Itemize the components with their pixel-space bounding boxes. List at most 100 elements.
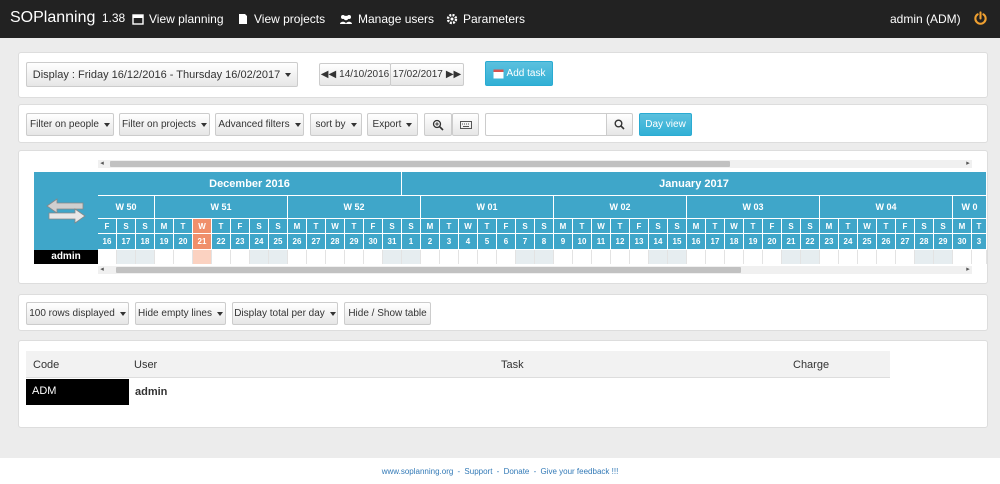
planning-day-slot[interactable] <box>288 250 307 264</box>
day-of-week-cell: W <box>459 219 478 233</box>
footer-link-feedback[interactable]: Give your feedback !!! <box>540 467 618 476</box>
planning-day-slot[interactable] <box>953 250 972 264</box>
planning-day-slot[interactable] <box>725 250 744 264</box>
planning-day-slot[interactable] <box>573 250 592 264</box>
display-range-dropdown[interactable]: Display : Friday 16/12/2016 - Thursday 1… <box>26 62 298 87</box>
nav-parameters[interactable]: Parameters <box>446 12 525 26</box>
planning-day-slot[interactable] <box>193 250 212 264</box>
planning-day-slot[interactable] <box>839 250 858 264</box>
zoom-in-button[interactable] <box>424 113 452 136</box>
scroll-left-icon[interactable]: ◂ <box>98 160 106 168</box>
hide-show-table-button[interactable]: Hide / Show table <box>344 302 431 325</box>
day-view-button[interactable]: Day view <box>639 113 692 136</box>
planning-day-slot[interactable] <box>706 250 725 264</box>
week-header: W 03 <box>687 196 820 218</box>
prev-period-button[interactable]: ◀◀ 14/10/2016 <box>319 63 391 86</box>
planning-day-slot[interactable] <box>858 250 877 264</box>
planning-day-slot[interactable] <box>554 250 573 264</box>
day-of-month-cell: 18 <box>725 234 744 249</box>
planning-day-slot[interactable] <box>326 250 345 264</box>
scroll-right-icon[interactable]: ▸ <box>964 160 972 168</box>
planning-day-slot[interactable] <box>174 250 193 264</box>
planning-day-slot[interactable] <box>972 250 987 264</box>
filter-projects-button[interactable]: Filter on projects <box>119 113 210 136</box>
planning-day-slot[interactable] <box>877 250 896 264</box>
planning-day-slot[interactable] <box>345 250 364 264</box>
planning-day-slot[interactable] <box>155 250 174 264</box>
planning-day-slot[interactable] <box>459 250 478 264</box>
scroll-thumb[interactable] <box>116 267 741 273</box>
planning-day-slot[interactable] <box>934 250 953 264</box>
planning-day-slot[interactable] <box>896 250 915 264</box>
filter-people-button[interactable]: Filter on people <box>26 113 114 136</box>
nav-view-projects[interactable]: View projects <box>237 12 325 26</box>
planning-day-slot[interactable] <box>915 250 934 264</box>
nav-view-planning[interactable]: View planning <box>132 12 224 26</box>
row-user-cell[interactable]: admin <box>135 386 167 398</box>
power-icon[interactable] <box>973 11 988 26</box>
add-task-button[interactable]: Add task <box>485 61 553 86</box>
search-button[interactable] <box>606 113 633 136</box>
search-input[interactable] <box>485 113 607 136</box>
planning-day-slot[interactable] <box>782 250 801 264</box>
col-charge-header[interactable]: Charge <box>793 359 829 371</box>
hide-empty-lines-button[interactable]: Hide empty lines <box>135 302 226 325</box>
rows-displayed-button[interactable]: 100 rows displayed <box>26 302 129 325</box>
user-menu[interactable]: admin (ADM) <box>890 12 961 26</box>
footer-link-support[interactable]: Support <box>464 467 492 476</box>
nav-manage-users[interactable]: Manage users <box>339 12 434 26</box>
planning-day-slot[interactable] <box>649 250 668 264</box>
day-of-month-cell: 28 <box>326 234 345 249</box>
planning-day-slot[interactable] <box>611 250 630 264</box>
col-user-header[interactable]: User <box>134 359 157 371</box>
planning-day-slot[interactable] <box>478 250 497 264</box>
planning-day-slot[interactable] <box>231 250 250 264</box>
app-brand[interactable]: SOPlanning 1.38 <box>10 9 125 27</box>
day-of-week-cell: T <box>744 219 763 233</box>
next-period-button[interactable]: 17/02/2017 ▶▶ <box>390 63 464 86</box>
export-button[interactable]: Export <box>367 113 418 136</box>
row-user-label[interactable]: admin <box>34 250 98 264</box>
planning-day-slot[interactable] <box>497 250 516 264</box>
planning-day-slot[interactable] <box>535 250 554 264</box>
col-code-header[interactable]: Code <box>33 359 59 371</box>
planning-day-slot[interactable] <box>383 250 402 264</box>
month-header: December 2016 <box>98 172 402 195</box>
planning-day-slot[interactable] <box>630 250 649 264</box>
planning-day-slot[interactable] <box>763 250 782 264</box>
planning-day-slot[interactable] <box>269 250 288 264</box>
bottom-scrollbar[interactable]: ◂ ▸ <box>98 266 972 274</box>
top-scrollbar[interactable]: ◂ ▸ <box>98 160 972 168</box>
planning-day-slot[interactable] <box>516 250 535 264</box>
planning-day-slot[interactable] <box>117 250 136 264</box>
scroll-left-icon[interactable]: ◂ <box>98 266 106 274</box>
footer-link-donate[interactable]: Donate <box>504 467 530 476</box>
nav-label: View planning <box>149 12 224 26</box>
footer-link-site[interactable]: www.soplanning.org <box>382 467 454 476</box>
planning-day-slot[interactable] <box>250 250 269 264</box>
planning-day-slot[interactable] <box>687 250 706 264</box>
planning-day-slot[interactable] <box>307 250 326 264</box>
planning-day-slot[interactable] <box>421 250 440 264</box>
planning-day-slot[interactable] <box>820 250 839 264</box>
planning-corner[interactable] <box>34 172 98 250</box>
advanced-filters-button[interactable]: Advanced filters <box>215 113 304 136</box>
col-task-header[interactable]: Task <box>501 359 524 371</box>
planning-day-slot[interactable] <box>136 250 155 264</box>
sort-by-button[interactable]: sort by <box>310 113 362 136</box>
day-of-month-cell: 17 <box>706 234 725 249</box>
planning-day-slot[interactable] <box>98 250 117 264</box>
button-label: Export <box>372 119 402 130</box>
planning-day-slot[interactable] <box>212 250 231 264</box>
planning-day-slot[interactable] <box>592 250 611 264</box>
display-total-button[interactable]: Display total per day <box>232 302 338 325</box>
planning-day-slot[interactable] <box>364 250 383 264</box>
planning-day-slot[interactable] <box>402 250 421 264</box>
planning-day-slot[interactable] <box>668 250 687 264</box>
scroll-thumb[interactable] <box>110 161 730 167</box>
scroll-right-icon[interactable]: ▸ <box>964 266 972 274</box>
compact-view-button[interactable] <box>452 113 479 136</box>
planning-day-slot[interactable] <box>801 250 820 264</box>
planning-day-slot[interactable] <box>744 250 763 264</box>
planning-day-slot[interactable] <box>440 250 459 264</box>
